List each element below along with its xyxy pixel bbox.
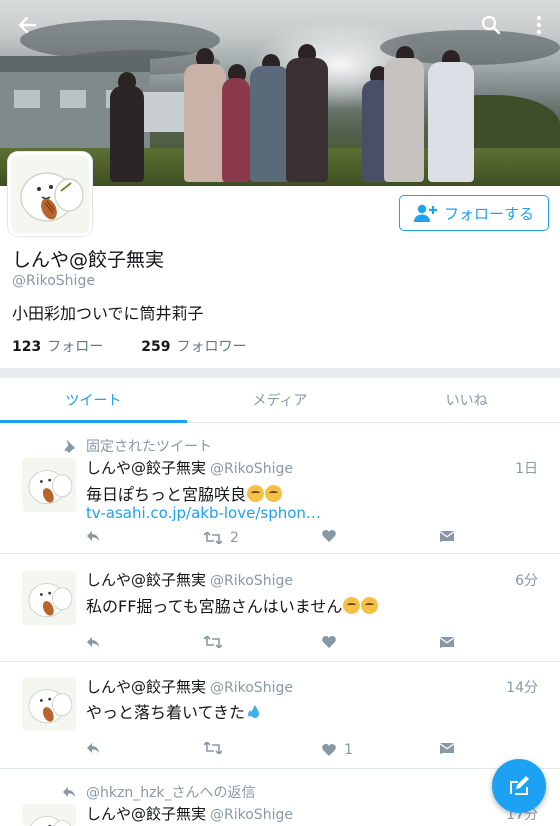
- tweet-author-handle: @RikoShige: [210, 573, 293, 589]
- emoji-icon: [361, 597, 379, 614]
- like-button[interactable]: [322, 636, 336, 648]
- compose-icon: [510, 776, 529, 795]
- like-button[interactable]: 1: [322, 742, 353, 758]
- direct-message-button[interactable]: [440, 742, 454, 754]
- emoji-icon: [265, 485, 283, 502]
- tweet-item[interactable]: @hkzn_hzk_さんへの返信 しんや@餃子無実 @RikoShige 17分: [0, 770, 560, 826]
- retweet-icon: [204, 742, 222, 754]
- back-arrow-icon[interactable]: [12, 10, 42, 40]
- reply-button[interactable]: [86, 636, 100, 648]
- dm-icon: [440, 531, 454, 542]
- section-divider: [0, 368, 560, 378]
- overflow-menu-icon[interactable]: [524, 10, 554, 40]
- emoji-icon: [247, 485, 265, 502]
- direct-message-button[interactable]: [440, 636, 454, 648]
- tweet-text: 毎日ぽちっと宮脇咲良: [86, 485, 247, 504]
- reply-context-label[interactable]: @hkzn_hzk_さんへの返信: [86, 782, 256, 802]
- tweet-timestamp: 14分: [506, 680, 538, 696]
- compose-tweet-button[interactable]: [492, 759, 546, 813]
- heart-icon: [322, 744, 336, 756]
- tweet-text: やっと落ち着いてきた: [86, 703, 246, 722]
- tweet-author-handle: @RikoShige: [210, 807, 293, 823]
- emoji-icon: [343, 597, 361, 614]
- following-stat[interactable]: 123 フォロー: [12, 336, 103, 356]
- tweet-link[interactable]: tv-asahi.co.jp/akb-love/sphon…: [86, 504, 321, 522]
- reply-context-icon: [63, 787, 75, 798]
- tab-tweets[interactable]: ツイート: [0, 378, 187, 423]
- search-icon[interactable]: [476, 10, 506, 40]
- tweet-timestamp: 6分: [515, 573, 538, 589]
- followers-stat[interactable]: 259 フォロワー: [141, 336, 246, 356]
- follow-button-label: フォローする: [443, 204, 534, 223]
- retweet-icon: [204, 532, 222, 544]
- pinned-label: 固定されたツイート: [86, 439, 212, 455]
- tab-likes[interactable]: いいね: [373, 378, 560, 422]
- profile-bio: 小田彩加ついでに筒井莉子: [12, 304, 204, 323]
- tweet-author-handle: @RikoShige: [210, 461, 293, 477]
- tweet-item[interactable]: しんや@餃子無実 @RikoShige 14分 やっと落ち着いてきた 1: [0, 663, 560, 769]
- tweet-avatar[interactable]: [22, 458, 76, 512]
- dm-icon: [440, 637, 454, 648]
- like-count: 1: [344, 742, 353, 758]
- reply-icon: [87, 743, 99, 754]
- profile-name: しんや@餃子無実: [12, 249, 165, 271]
- sweat-drops-icon: [248, 705, 260, 718]
- pin-icon: [64, 440, 76, 454]
- tab-media[interactable]: メディア: [187, 378, 374, 422]
- add-user-icon: [413, 204, 437, 222]
- tweet-item[interactable]: しんや@餃子無実 @RikoShige 6分 私のFF掘っても宮脇さんはいません: [0, 555, 560, 662]
- heart-icon: [322, 636, 336, 648]
- tweet-avatar[interactable]: [22, 571, 76, 625]
- tweet-author-name: しんや@餃子無実: [86, 459, 207, 477]
- tweet-item[interactable]: 固定されたツイート しんや@餃子無実 @RikoShige 1日 毎日ぽちっと宮脇…: [0, 424, 560, 554]
- heart-icon: [322, 530, 336, 542]
- tweet-avatar[interactable]: [22, 677, 76, 731]
- profile-tabs: ツイート メディア いいね: [0, 378, 560, 423]
- tweet-timestamp: 1日: [515, 461, 538, 477]
- follow-button[interactable]: フォローする: [399, 195, 549, 231]
- reply-icon: [87, 637, 99, 648]
- retweet-button[interactable]: [204, 742, 222, 754]
- reply-icon: [87, 531, 99, 542]
- retweet-button[interactable]: [204, 636, 222, 648]
- profile-handle: @RikoShige: [12, 273, 95, 289]
- tweet-avatar[interactable]: [22, 804, 76, 826]
- retweet-icon: [204, 636, 222, 648]
- reply-button[interactable]: [86, 530, 100, 542]
- tweet-author-name: しんや@餃子無実: [86, 678, 207, 696]
- tweet-text: 私のFF掘っても宮脇さんはいません: [86, 597, 343, 616]
- reply-button[interactable]: [86, 742, 100, 754]
- tweet-author-handle: @RikoShige: [210, 680, 293, 696]
- tweet-author-name: しんや@餃子無実: [86, 571, 207, 589]
- dm-icon: [440, 743, 454, 754]
- tweet-author-name: しんや@餃子無実: [86, 805, 207, 823]
- profile-avatar[interactable]: [8, 152, 92, 236]
- retweet-button[interactable]: 2: [204, 530, 239, 546]
- like-button[interactable]: [322, 530, 344, 542]
- direct-message-button[interactable]: [440, 530, 454, 542]
- retweet-count: 2: [230, 530, 239, 546]
